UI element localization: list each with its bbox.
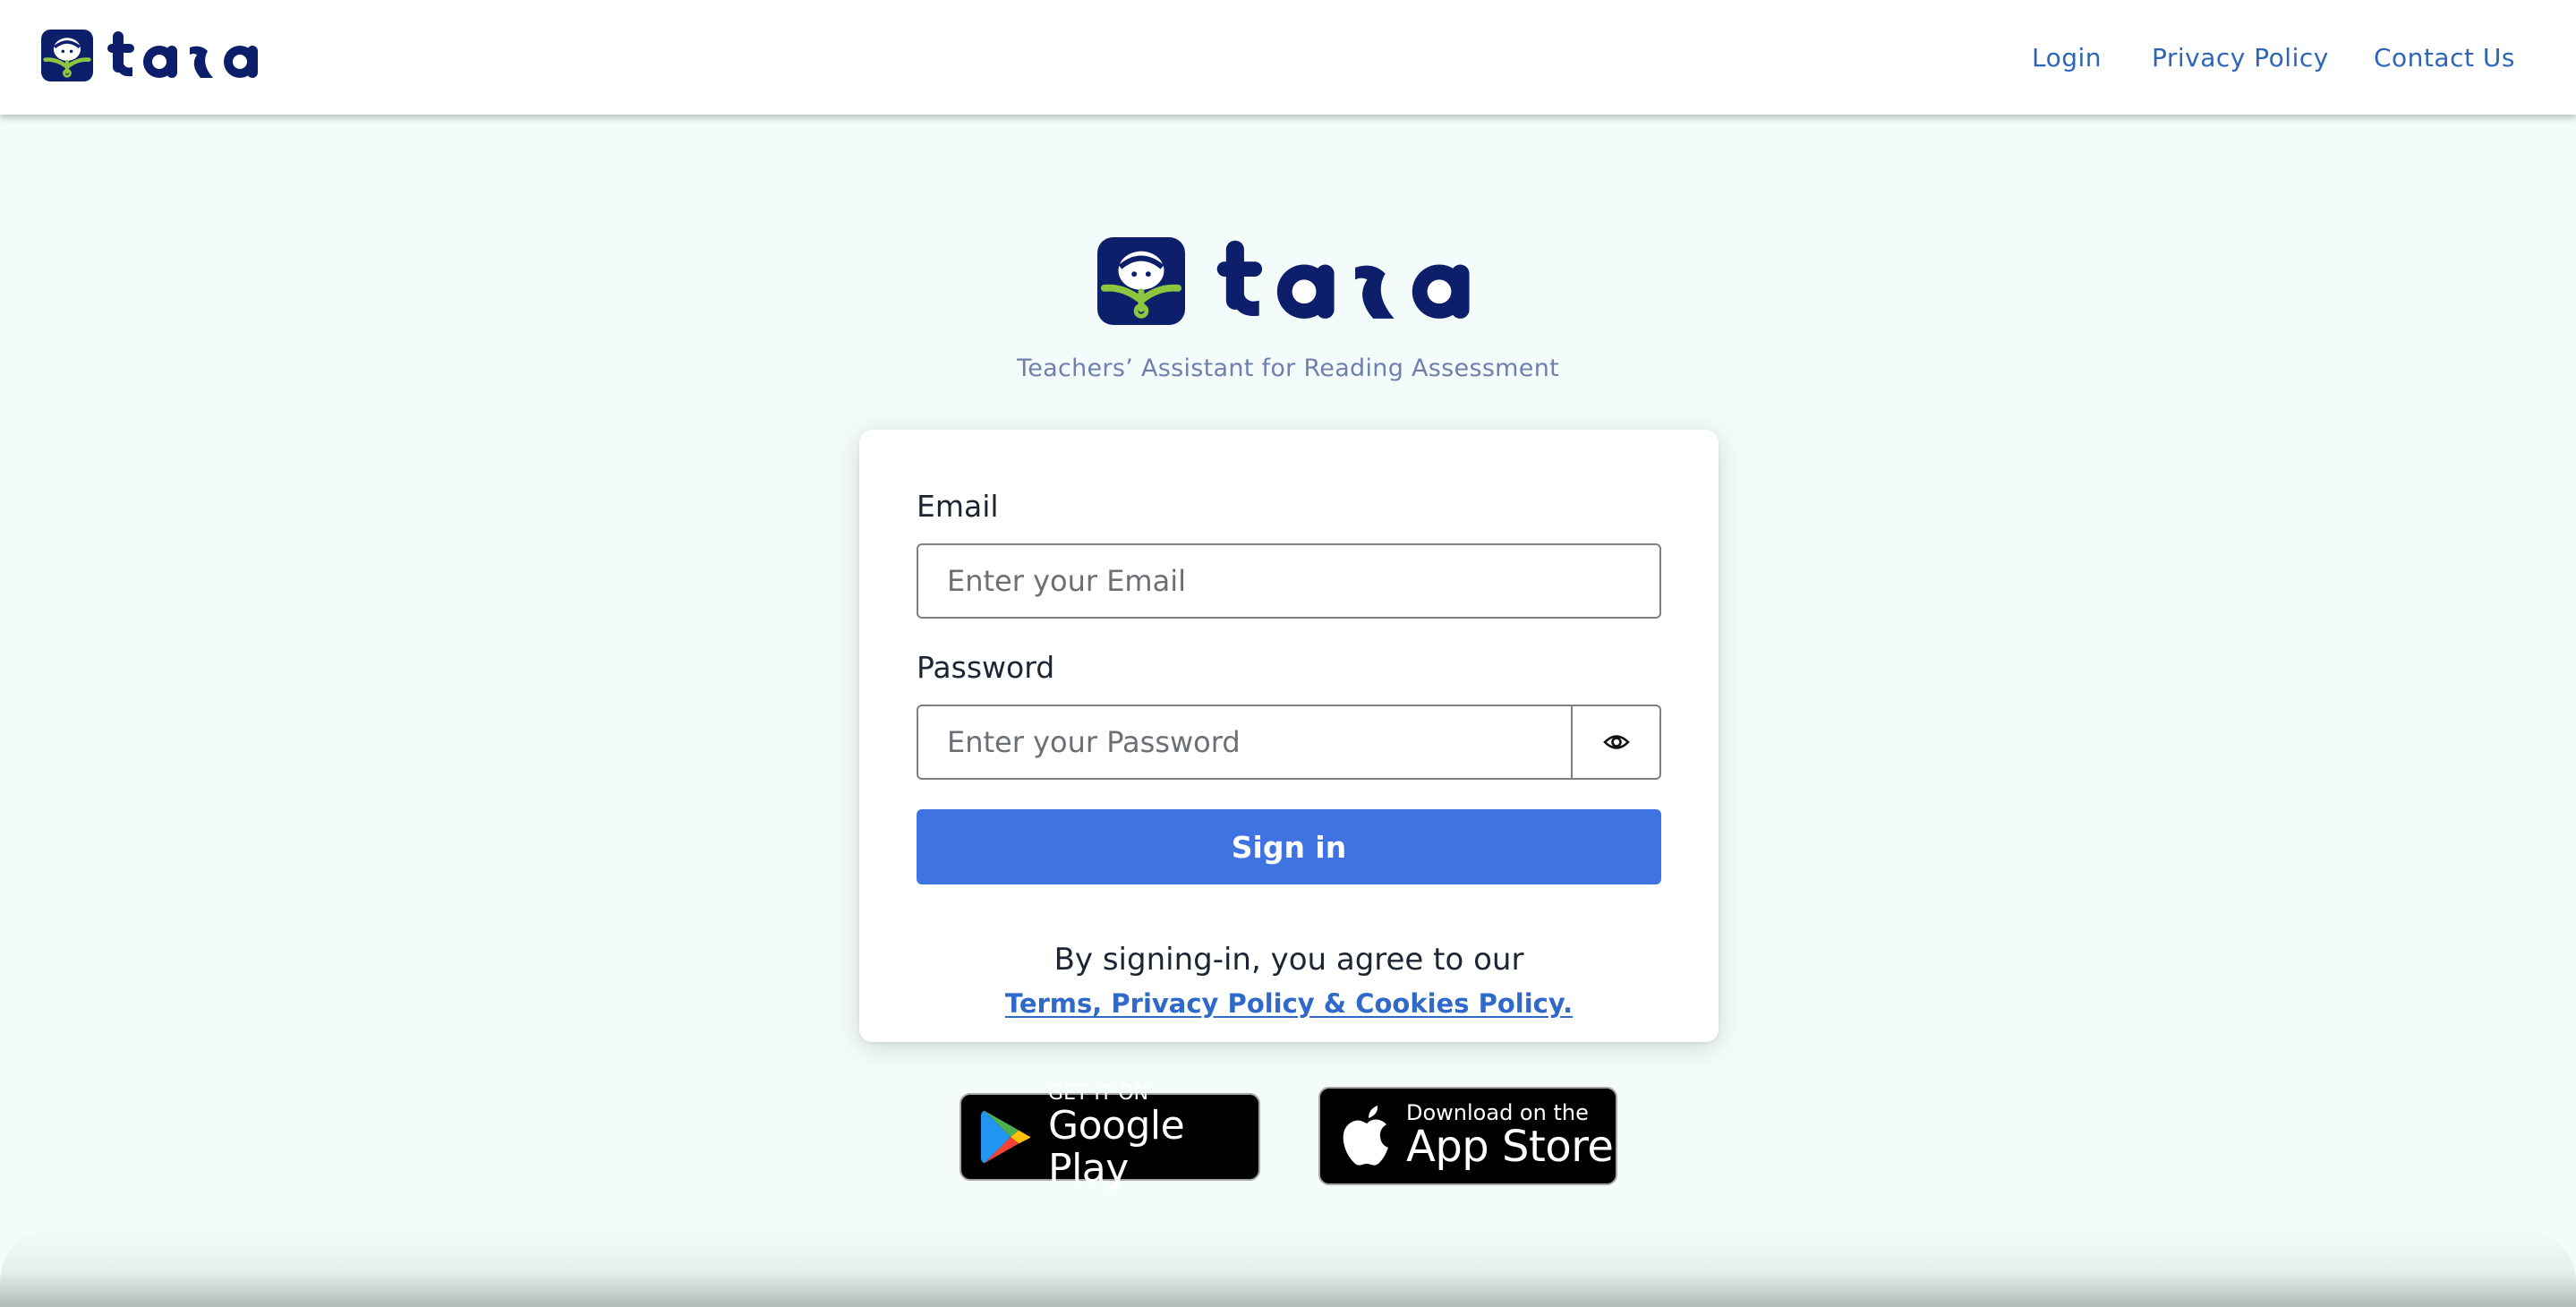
tara-wordmark — [1216, 240, 1470, 319]
terms-policy-link[interactable]: Terms, Privacy Policy & Cookies Policy. — [1005, 988, 1573, 1019]
google-badge-big-text: Google Play — [1048, 1103, 1185, 1192]
app-store-badge[interactable]: Download on the App Store — [1318, 1087, 1617, 1185]
agreement-text: By signing-in, you agree to our — [1053, 942, 1524, 978]
google-play-icon — [981, 1110, 1031, 1164]
apple-badge-small-text: Download on the — [1406, 1100, 1589, 1125]
apple-badge-big-text: App Store — [1406, 1122, 1614, 1172]
google-badge-small-text: GET IT ON — [1048, 1082, 1149, 1105]
footer-shadow — [0, 1228, 2576, 1307]
tagline: Teachers’ Assistant for Reading Assessme… — [1017, 355, 1559, 382]
tara-logo-icon — [1097, 237, 1185, 325]
tara-logo-icon — [41, 30, 93, 81]
password-label: Password — [917, 650, 1055, 685]
header-logo[interactable] — [41, 29, 261, 82]
eye-icon — [1602, 735, 1630, 749]
password-field[interactable] — [917, 705, 1573, 780]
sign-in-button[interactable]: Sign in — [917, 809, 1661, 884]
nav-privacy-policy-link[interactable]: Privacy Policy — [2152, 43, 2329, 73]
hero-logo — [1097, 235, 1477, 328]
policy-line: Terms, Privacy Policy & Cookies Policy. — [859, 988, 1719, 1019]
email-label: Email — [917, 489, 999, 524]
apple-icon — [1343, 1106, 1388, 1166]
top-navbar: Login Privacy Policy Contact Us — [0, 0, 2576, 115]
nav-login-link[interactable]: Login — [2032, 43, 2102, 73]
google-play-badge[interactable]: GET IT ON Google Play — [960, 1083, 1260, 1191]
email-field[interactable] — [917, 543, 1661, 619]
tara-wordmark — [107, 31, 258, 78]
nav-contact-us-link[interactable]: Contact Us — [2374, 43, 2515, 73]
toggle-password-visibility-button[interactable] — [1571, 705, 1661, 780]
login-card: Email Password Sign in By signing-in, yo… — [859, 430, 1719, 1042]
